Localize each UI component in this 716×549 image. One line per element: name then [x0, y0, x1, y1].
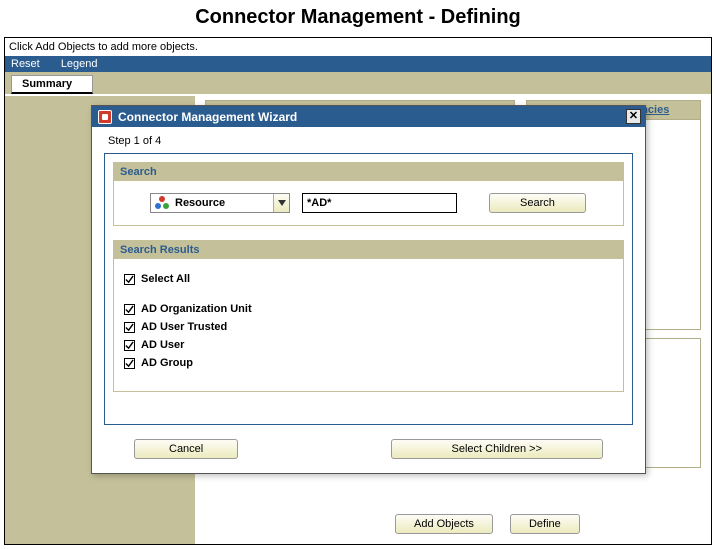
tab-summary[interactable]: Summary	[11, 75, 93, 94]
reset-link[interactable]: Reset	[11, 58, 40, 70]
result-checkbox[interactable]	[124, 340, 135, 351]
dialog-title-text: Connector Management Wizard	[118, 110, 297, 124]
results-section: Search Results Select All AD Organizatio…	[113, 240, 624, 392]
page-title: Connector Management - Defining	[0, 0, 716, 37]
result-row: AD User	[124, 339, 613, 351]
oracle-logo-icon	[98, 110, 112, 124]
select-all-label: Select All	[141, 273, 190, 285]
define-button[interactable]: Define	[510, 514, 580, 534]
result-row: AD Organization Unit	[124, 303, 613, 315]
wizard-dialog: Connector Management Wizard ✕ Step 1 of …	[91, 105, 646, 474]
resource-type-label: Resource	[173, 197, 273, 209]
bottom-button-bar: Add Objects Define	[395, 514, 580, 534]
result-checkbox[interactable]	[124, 304, 135, 315]
legend-link[interactable]: Legend	[61, 58, 98, 70]
dialog-inner-frame: Search Resource	[104, 153, 633, 425]
search-button[interactable]: Search	[489, 193, 586, 213]
resource-type-select[interactable]: Resource	[150, 193, 290, 213]
result-checkbox[interactable]	[124, 322, 135, 333]
resource-icon	[155, 196, 169, 210]
tab-strip: Summary	[5, 72, 711, 94]
search-input[interactable]	[302, 193, 457, 213]
dialog-titlebar[interactable]: Connector Management Wizard ✕	[92, 106, 645, 127]
chevron-down-icon[interactable]	[273, 194, 289, 212]
toolbar: Reset Legend	[5, 56, 711, 72]
search-section-header: Search	[114, 163, 623, 181]
result-label: AD Group	[141, 357, 193, 369]
result-label: AD Organization Unit	[141, 303, 252, 315]
select-children-button[interactable]: Select Children >>	[391, 439, 604, 459]
search-section: Search Resource	[113, 162, 624, 226]
results-section-header: Search Results	[114, 241, 623, 259]
close-icon[interactable]: ✕	[626, 109, 641, 124]
result-row: AD User Trusted	[124, 321, 613, 333]
result-label: AD User Trusted	[141, 321, 227, 333]
result-label: AD User	[141, 339, 184, 351]
result-row: AD Group	[124, 357, 613, 369]
select-all-row: Select All	[124, 273, 613, 285]
select-all-checkbox[interactable]	[124, 274, 135, 285]
result-checkbox[interactable]	[124, 358, 135, 369]
step-indicator: Step 1 of 4	[108, 135, 633, 147]
instruction-text: Click Add Objects to add more objects.	[5, 38, 711, 56]
dialog-body: Step 1 of 4 Search Resource	[92, 127, 645, 473]
cancel-button[interactable]: Cancel	[134, 439, 238, 459]
add-objects-button[interactable]: Add Objects	[395, 514, 493, 534]
